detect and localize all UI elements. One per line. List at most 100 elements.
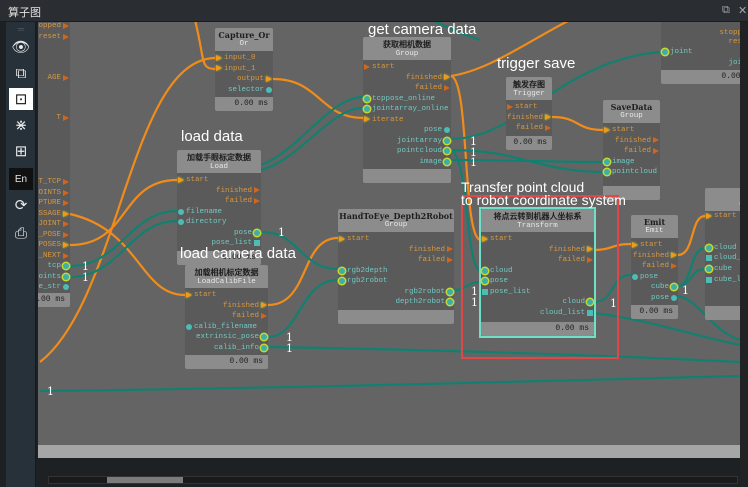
port-in[interactable]: start	[364, 62, 395, 72]
port-out[interactable]: selector	[228, 85, 272, 95]
port-out[interactable]: finished	[223, 301, 267, 311]
port-out[interactable]: finished	[507, 113, 551, 123]
data-port-icon[interactable]	[63, 284, 69, 290]
port-in[interactable]: start	[604, 125, 635, 135]
port-out[interactable]: opped	[38, 22, 69, 31]
exec-port-icon[interactable]	[63, 220, 69, 227]
data-port-icon[interactable]	[447, 299, 453, 306]
data-port-icon[interactable]	[444, 158, 450, 165]
data-port-icon[interactable]	[178, 219, 184, 226]
exec-port-icon[interactable]	[63, 189, 69, 196]
port-in[interactable]: filename	[178, 207, 222, 217]
exec-port-icon[interactable]	[266, 75, 272, 82]
data-port-icon[interactable]	[444, 137, 450, 144]
exec-port-icon[interactable]	[63, 114, 69, 121]
port-in[interactable]: image	[604, 157, 635, 167]
data-port-icon[interactable]	[254, 229, 260, 236]
data-port-icon[interactable]	[662, 49, 668, 55]
node-savedata[interactable]: SaveData Group start finished failed image poi…	[603, 100, 660, 200]
horizontal-scrollbar[interactable]	[48, 476, 738, 484]
screenshot-icon[interactable]: ⎙	[9, 222, 33, 244]
port-out[interactable]: finished	[615, 136, 659, 146]
port-out[interactable]: OINTS	[38, 188, 69, 198]
exec-port-icon[interactable]	[254, 197, 260, 204]
port-out[interactable]: failed	[624, 146, 659, 156]
exec-port-icon[interactable]	[653, 147, 659, 154]
data-port-icon[interactable]	[604, 169, 610, 176]
port-in[interactable]: calib_filename	[186, 322, 257, 332]
node-header[interactable]: Emit Emit	[631, 215, 678, 238]
port-out[interactable]: extrinsic_pose	[196, 332, 267, 342]
collapse-icon[interactable]: ⋇	[9, 114, 33, 136]
port-out[interactable]: pose	[234, 228, 260, 238]
exec-port-icon[interactable]	[186, 291, 192, 298]
exec-port-icon[interactable]	[339, 235, 345, 242]
eye-icon[interactable]: 👁	[9, 36, 33, 58]
port-in[interactable]: start	[507, 102, 538, 112]
port-out[interactable]: SSAGE	[38, 209, 69, 219]
port-in[interactable]: pose	[632, 272, 658, 282]
node-graph-canvas[interactable]: opped reset AGE T T_TCP OINTS PTURE SSAGE _JOINT…	[38, 22, 740, 445]
port-in[interactable]: cloud	[706, 243, 737, 253]
port-out[interactable]: tcp	[47, 261, 69, 271]
port-out[interactable]: failed	[225, 196, 260, 206]
port-in[interactable]: rgb2depth	[339, 266, 388, 276]
node-header[interactable]: 加载手眼标定数据 Load	[177, 150, 261, 173]
frame-select-icon[interactable]: ⧉	[9, 62, 33, 84]
exec-port-icon[interactable]	[63, 199, 69, 206]
data-port-icon[interactable]	[671, 284, 677, 291]
node-header[interactable]: SaveData Group	[603, 100, 660, 123]
port-in[interactable]: input_1	[216, 64, 256, 74]
data-port-icon[interactable]	[706, 255, 712, 261]
data-port-icon[interactable]	[178, 208, 184, 215]
exec-port-icon[interactable]	[604, 126, 610, 133]
data-port-icon[interactable]	[447, 288, 453, 295]
exec-port-icon[interactable]	[261, 302, 267, 309]
port-in[interactable]: iterate	[364, 115, 404, 125]
data-port-icon[interactable]	[339, 267, 345, 274]
port-in[interactable]: cube_list	[706, 275, 740, 285]
vertical-scrollbar[interactable]	[740, 22, 748, 487]
exec-port-icon[interactable]	[545, 124, 551, 131]
port-in[interactable]: start	[706, 211, 737, 221]
data-port-icon[interactable]	[63, 274, 69, 280]
data-port-icon[interactable]	[706, 245, 712, 251]
node-trigger[interactable]: 触发存图 Trigger start finished failed 0.00 ms	[506, 77, 552, 150]
data-port-icon[interactable]	[671, 294, 677, 301]
data-port-icon[interactable]	[444, 148, 450, 155]
exec-port-icon[interactable]	[254, 187, 260, 194]
node-header[interactable]: Capture_Or Or	[215, 28, 273, 51]
port-out[interactable]: failed	[642, 261, 677, 271]
data-port-icon[interactable]	[261, 344, 267, 351]
port-out[interactable]: output	[237, 74, 272, 84]
port-out[interactable]: failed	[418, 255, 453, 265]
exec-port-icon[interactable]	[63, 74, 69, 81]
exec-port-icon[interactable]	[63, 178, 69, 185]
exec-port-icon[interactable]	[444, 74, 450, 81]
port-out[interactable]: finished	[406, 73, 450, 83]
port-out[interactable]: T_POSE	[38, 230, 69, 240]
port-out[interactable]: rgb2robot	[404, 287, 453, 297]
exec-port-icon[interactable]	[545, 114, 551, 121]
exec-port-icon[interactable]	[632, 241, 638, 248]
port-out[interactable]: joint	[728, 58, 740, 68]
exec-port-icon[interactable]	[63, 33, 69, 40]
exec-port-icon[interactable]	[364, 63, 370, 70]
data-port-icon[interactable]	[339, 278, 345, 285]
node-header[interactable]: 加载相机标定数据 LoadCalibFile	[185, 265, 268, 288]
port-out[interactable]: failed	[415, 83, 450, 93]
data-port-icon[interactable]	[444, 127, 450, 134]
node-cloudse[interactable]: 点云切CloudSestartfinfcloudcloud_listcubecu…	[705, 188, 740, 320]
port-in[interactable]: rgb2robot	[339, 276, 388, 286]
node-header[interactable]: HandToEye_Depth2Robot Group	[338, 209, 454, 232]
node-handtoeye[interactable]: HandToEye_Depth2Robot Group start finished f…	[338, 209, 454, 324]
node-header[interactable]: 点云切CloudSe	[705, 188, 740, 211]
port-out[interactable]: T	[56, 113, 69, 123]
node-header[interactable]: 获取相机数据 Group	[363, 37, 451, 60]
node-left[interactable]: opped reset AGE T T_TCP OINTS PTURE SSAGE _JOINT…	[38, 22, 70, 307]
port-in[interactable]: input_0	[216, 53, 256, 63]
port-in[interactable]: start	[178, 175, 209, 185]
port-in[interactable]: start	[632, 240, 663, 250]
exec-port-icon[interactable]	[653, 137, 659, 144]
port-out[interactable]: reset	[38, 32, 69, 42]
